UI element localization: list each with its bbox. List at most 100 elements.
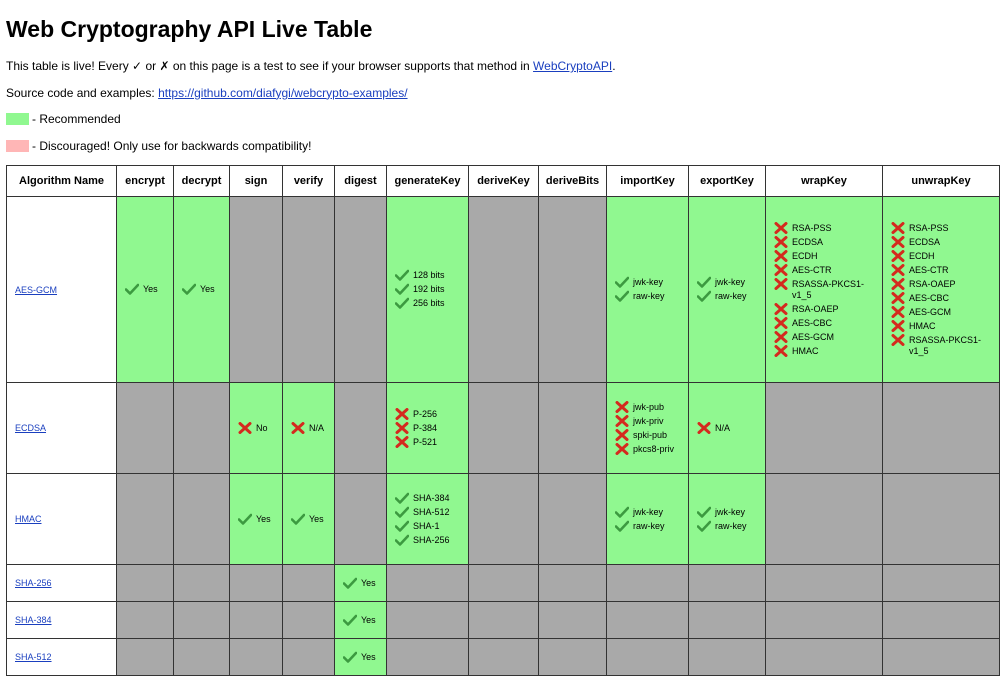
cross-icon bbox=[774, 263, 792, 276]
recommended-swatch bbox=[6, 113, 29, 126]
unsupported-cell bbox=[468, 638, 539, 676]
cell-results: RSA-PSS ECDSA ECDH AES-CTR RSASSA-PKCS1-v1_5… bbox=[766, 220, 872, 360]
result-label: AES-GCM bbox=[909, 306, 952, 317]
algorithm-link[interactable]: AES-GCM bbox=[15, 285, 57, 295]
result-label: AES-CBC bbox=[792, 317, 833, 328]
unsupported-cell bbox=[282, 638, 335, 676]
algorithm-link[interactable]: HMAC bbox=[15, 514, 42, 524]
result-label: 192 bits bbox=[413, 284, 445, 294]
check-icon bbox=[395, 492, 413, 504]
test-result: RSASSA-PKCS1-v1_5 bbox=[774, 277, 872, 301]
unsupported-cell bbox=[538, 473, 607, 565]
check-icon bbox=[125, 283, 143, 295]
unsupported-cell bbox=[606, 638, 689, 676]
result-label: RSA-PSS bbox=[909, 222, 949, 233]
algorithm-name-cell: HMAC bbox=[6, 473, 117, 565]
algorithm-link[interactable]: SHA-384 bbox=[15, 615, 52, 625]
unsupported-cell bbox=[468, 601, 539, 639]
unsupported-cell bbox=[334, 196, 387, 383]
unsupported-cell bbox=[116, 473, 174, 565]
cross-icon bbox=[891, 235, 909, 248]
table-header-row: Algorithm Name encrypt decrypt sign verify di… bbox=[6, 165, 1000, 197]
check-icon bbox=[343, 651, 361, 663]
check-icon bbox=[395, 520, 413, 532]
check-icon bbox=[343, 614, 361, 626]
test-result: AES-GCM bbox=[774, 330, 872, 343]
algorithm-link[interactable]: SHA-256 bbox=[15, 578, 52, 588]
test-result: P-384 bbox=[395, 421, 437, 434]
test-result: Yes bbox=[238, 513, 271, 525]
support-cell: jwk-pub jwk-priv spki-pub pkcs8-priv bbox=[606, 382, 689, 474]
test-result: ECDSA bbox=[891, 235, 989, 248]
unsupported-cell bbox=[386, 601, 469, 639]
result-label: SHA-256 bbox=[413, 534, 450, 545]
unsupported-cell bbox=[538, 564, 607, 602]
legend-discouraged-label: - Discouraged! Only use for backwards co… bbox=[32, 138, 312, 153]
check-icon bbox=[697, 290, 715, 302]
test-result: AES-CTR bbox=[891, 263, 989, 276]
test-result: SHA-512 bbox=[395, 506, 450, 518]
cross-icon bbox=[615, 400, 633, 413]
unsupported-cell bbox=[173, 382, 230, 474]
test-result: 256 bits bbox=[395, 297, 445, 309]
test-result: RSA-OAEP bbox=[891, 277, 989, 290]
cross-icon bbox=[774, 249, 792, 262]
result-label: SHA-1 bbox=[413, 520, 440, 531]
test-result: ECDH bbox=[774, 249, 872, 262]
column-header: exportKey bbox=[688, 165, 766, 197]
unsupported-cell bbox=[882, 473, 1000, 565]
test-result: Yes bbox=[343, 651, 376, 663]
test-result: N/A bbox=[697, 421, 731, 434]
unsupported-cell bbox=[282, 564, 335, 602]
result-label: ECDH bbox=[792, 250, 818, 261]
algorithm-link[interactable]: ECDSA bbox=[15, 423, 46, 433]
test-result: AES-GCM bbox=[891, 305, 989, 318]
result-label: HMAC bbox=[909, 320, 936, 331]
check-icon bbox=[395, 283, 413, 295]
result-label: N/A bbox=[715, 422, 731, 433]
test-result: AES-CBC bbox=[774, 316, 872, 329]
discouraged-swatch bbox=[6, 139, 29, 152]
table-row: ECDSA No N/A P-256 P-384 P-521 jwk-pub jwk-priv… bbox=[6, 382, 1000, 474]
table-body: AES-GCM Yes Yes 128 bits 192 bits 256 bits jwk… bbox=[6, 196, 1000, 676]
cross-icon bbox=[891, 291, 909, 304]
unsupported-cell bbox=[229, 601, 283, 639]
algorithm-name-cell: SHA-256 bbox=[6, 564, 117, 602]
result-label: jwk-key bbox=[715, 277, 746, 287]
result-label: ECDH bbox=[909, 250, 935, 261]
cross-icon bbox=[891, 277, 909, 290]
intro-text: This table is live! Every ✓ or ✗ on this… bbox=[6, 59, 998, 73]
cell-results: jwk-key raw-key bbox=[689, 274, 747, 305]
result-label: P-521 bbox=[413, 436, 438, 447]
source-text: Source code and examples: https://github… bbox=[6, 86, 998, 100]
check-icon bbox=[615, 290, 633, 302]
test-result: AES-CTR bbox=[774, 263, 872, 276]
unsupported-cell bbox=[229, 196, 283, 383]
cell-results: P-256 P-384 P-521 bbox=[387, 406, 437, 451]
table-row: SHA-384 Yes bbox=[6, 601, 1000, 639]
result-label: RSA-OAEP bbox=[909, 278, 956, 289]
test-result: jwk-key bbox=[615, 276, 665, 288]
cell-results: Yes bbox=[117, 281, 158, 298]
test-result: Yes bbox=[125, 283, 158, 295]
github-link[interactable]: https://github.com/diafygi/webcrypto-exa… bbox=[158, 86, 407, 100]
test-result: SHA-1 bbox=[395, 520, 450, 532]
legend-recommended: - Recommended bbox=[6, 112, 998, 126]
result-label: RSA-OAEP bbox=[792, 303, 839, 314]
unsupported-cell bbox=[882, 638, 1000, 676]
test-result: raw-key bbox=[697, 520, 747, 532]
support-cell: SHA-384 SHA-512 SHA-1 SHA-256 bbox=[386, 473, 469, 565]
cell-results: 128 bits 192 bits 256 bits bbox=[387, 267, 445, 312]
cell-results: Yes bbox=[335, 612, 376, 629]
cell-results: Yes bbox=[335, 649, 376, 666]
test-result: N/A bbox=[291, 421, 324, 434]
cross-icon bbox=[774, 344, 792, 357]
algorithm-link[interactable]: SHA-512 bbox=[15, 652, 52, 662]
support-cell: Yes bbox=[334, 564, 387, 602]
cross-icon bbox=[697, 421, 715, 434]
result-label: raw-key bbox=[633, 291, 665, 301]
unsupported-cell bbox=[282, 601, 335, 639]
result-label: AES-CTR bbox=[792, 264, 832, 275]
webcryptoapi-link[interactable]: WebCryptoAPI bbox=[533, 59, 612, 73]
result-label: P-256 bbox=[413, 408, 438, 419]
